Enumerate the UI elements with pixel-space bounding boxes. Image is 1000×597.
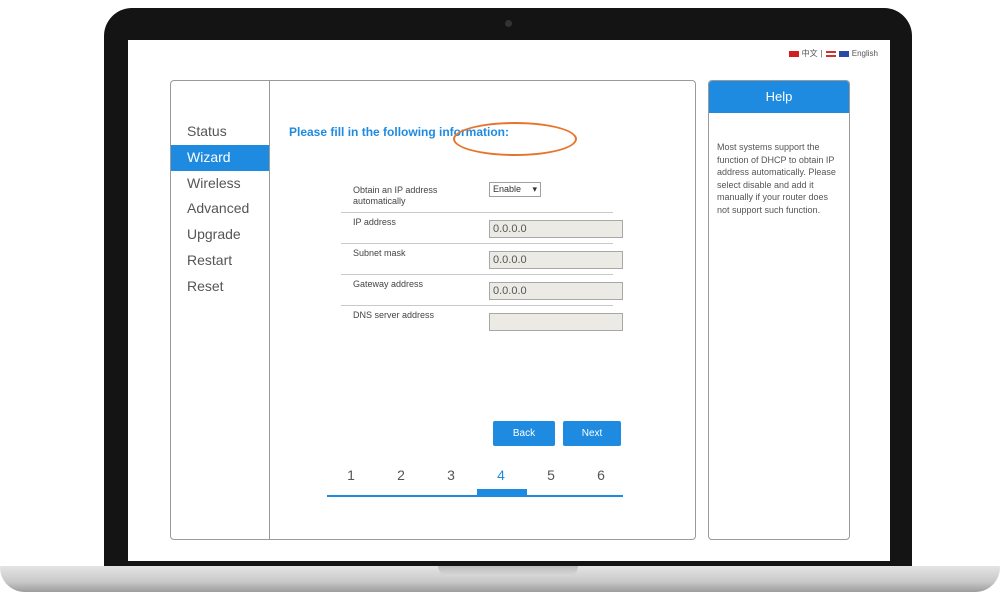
language-divider: | (820, 49, 823, 58)
step-1: 1 (347, 467, 355, 483)
sidebar-item-restart[interactable]: Restart (171, 248, 269, 274)
form-row-subnet: Subnet mask 0.0.0.0 (341, 244, 623, 275)
language-selector: 中文 | English (788, 48, 878, 59)
language-chinese[interactable]: 中文 (802, 48, 818, 59)
help-title: Help (709, 81, 849, 113)
chevron-down-icon: ▾ (532, 184, 537, 194)
subnet-mask-input[interactable]: 0.0.0.0 (489, 251, 623, 269)
gateway-address-label: Gateway address (353, 279, 424, 289)
back-button[interactable]: Back (493, 421, 555, 446)
language-english[interactable]: English (852, 49, 878, 58)
step-2: 2 (397, 467, 405, 483)
subnet-mask-label: Subnet mask (353, 248, 406, 258)
laptop-notch (438, 566, 578, 576)
step-4: 4 (497, 467, 505, 483)
uk-flag-icon[interactable] (838, 50, 849, 57)
highlight-circle (453, 122, 577, 156)
form-row-dns: DNS server address (341, 306, 623, 336)
step-3: 3 (447, 467, 455, 483)
step-progress-line (327, 495, 623, 497)
form-row-ip: IP address 0.0.0.0 (341, 213, 623, 244)
obtain-ip-select[interactable]: Enable ▾ (489, 182, 541, 197)
china-flag-icon[interactable] (788, 50, 799, 57)
sidebar-item-wizard[interactable]: Wizard (171, 144, 269, 171)
screen: 中文 | English Status Wizard Wireless Adva… (128, 40, 890, 561)
help-text: Most systems support the function of DHC… (717, 142, 836, 215)
wizard-content: Please fill in the following information… (269, 81, 695, 539)
obtain-ip-selected-value: Enable (493, 184, 522, 194)
sidebar-item-advanced[interactable]: Advanced (171, 196, 269, 222)
ip-address-label: IP address (353, 217, 396, 227)
sidebar-item-status[interactable]: Status (171, 119, 269, 145)
obtain-ip-label: Obtain an IP address automatically (353, 185, 438, 206)
gateway-address-input[interactable]: 0.0.0.0 (489, 282, 623, 300)
sidebar-item-wireless[interactable]: Wireless (171, 171, 269, 197)
step-5: 5 (547, 467, 555, 483)
help-panel: Help Most systems support the function o… (708, 80, 850, 540)
form-row-obtain-ip: Obtain an IP address automatically Enabl… (341, 181, 613, 213)
network-form: Obtain an IP address automatically Enabl… (341, 181, 623, 336)
sidebar-nav: Status Wizard Wireless Advanced Upgrade … (171, 81, 270, 539)
sidebar-item-reset[interactable]: Reset (171, 274, 269, 300)
form-row-gateway: Gateway address 0.0.0.0 (341, 275, 623, 306)
main-panel: Status Wizard Wireless Advanced Upgrade … (170, 80, 696, 540)
next-button[interactable]: Next (563, 421, 621, 446)
step-6: 6 (597, 467, 605, 483)
us-flag-icon[interactable] (825, 50, 836, 57)
ip-address-input[interactable]: 0.0.0.0 (489, 220, 623, 238)
dns-server-input[interactable] (489, 313, 623, 331)
camera-icon (505, 20, 512, 27)
sidebar-item-upgrade[interactable]: Upgrade (171, 222, 269, 248)
dns-server-label: DNS server address (353, 310, 435, 320)
